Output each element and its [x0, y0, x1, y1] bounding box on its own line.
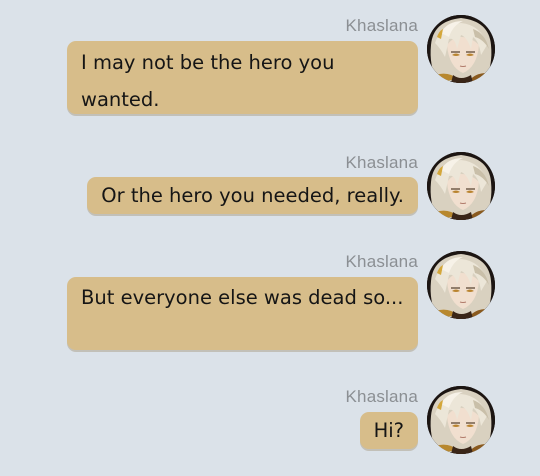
message-bubble: Or the hero you needed, really.	[87, 177, 418, 214]
sender-name: Khaslana	[345, 252, 418, 271]
character-portrait-icon[interactable]	[427, 152, 495, 220]
character-portrait-icon[interactable]	[427, 15, 495, 83]
message-text: But everyone else was dead so...	[81, 286, 404, 309]
message-text: Hi?	[373, 419, 404, 442]
character-portrait-icon[interactable]	[427, 251, 495, 319]
sender-name: Khaslana	[345, 153, 418, 172]
sender-name: Khaslana	[345, 387, 418, 406]
message-bubble: I may not be the hero you wanted.	[67, 41, 418, 114]
message-text: I may not be the hero you wanted.	[81, 51, 335, 111]
message-bubble: Hi?	[359, 412, 418, 449]
message-bubble: But everyone else was dead so...	[67, 277, 418, 350]
message-text: Or the hero you needed, really.	[101, 184, 404, 207]
sender-name: Khaslana	[345, 16, 418, 35]
character-portrait-icon[interactable]	[427, 386, 495, 454]
